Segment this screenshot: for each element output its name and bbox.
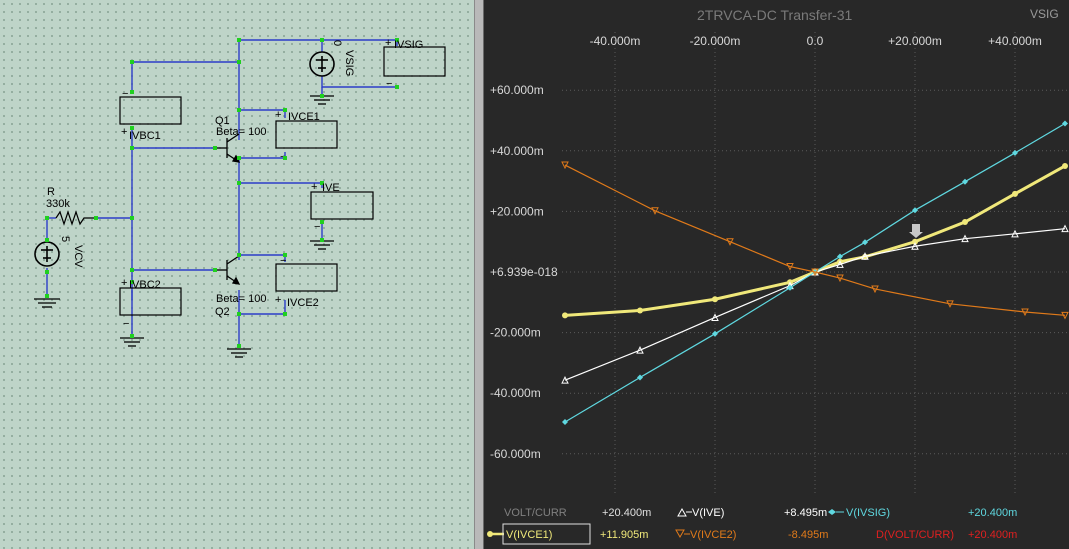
plot-series <box>561 120 1069 425</box>
plot-corner-label: VSIG <box>1030 7 1059 21</box>
legend-ivce1-marker-icon <box>487 531 504 537</box>
vcv-source[interactable] <box>34 241 60 267</box>
series-point <box>837 253 843 260</box>
y-tick-label: -60.000m <box>490 447 541 461</box>
y-tick-label: -20.000m <box>490 326 541 340</box>
meter-ivce1-label: IVCE1 <box>288 111 320 123</box>
series-point <box>637 374 643 381</box>
meter-ivbc2-label: IVBC2 <box>129 279 161 291</box>
series-point <box>912 207 918 214</box>
meter-ivsig-label: IVSIG <box>394 39 423 51</box>
legend-volt-curr-value: +20.400m <box>602 507 651 519</box>
q2-name-label: Q2 <box>215 306 230 318</box>
legend-volt-curr-name: VOLT/CURR <box>504 507 567 519</box>
series-point <box>862 239 868 246</box>
resistor-r[interactable] <box>55 210 96 226</box>
legend-ivce2-name: V(IVCE2) <box>690 529 736 541</box>
series-point <box>1062 162 1068 169</box>
vsig-source[interactable] <box>309 51 335 77</box>
series-point <box>712 296 718 303</box>
legend-ivce1-name[interactable]: V(IVCE1) <box>506 529 552 541</box>
meter-ivce2[interactable] <box>275 263 338 292</box>
svg-text:+: + <box>275 294 281 306</box>
meter-ivsig[interactable] <box>383 46 446 77</box>
series-point <box>962 219 968 226</box>
legend-ive-marker-icon <box>677 507 692 517</box>
x-tick-labels: -40.000m -20.000m 0.0 +20.000m +40.000m <box>590 34 1042 48</box>
cursor-marker-icon[interactable] <box>909 224 923 238</box>
series-point <box>712 330 718 337</box>
series-point <box>1062 120 1068 127</box>
svg-text:+: + <box>121 126 127 138</box>
legend-dvolt-value: +20.400m <box>968 529 1017 541</box>
legend-ivce1-value: +11.905m <box>600 529 648 541</box>
plot-legend: VOLT/CURR +20.400m V(IVE) +8.495m V(IVSI… <box>487 507 1017 545</box>
svg-text:+: + <box>275 109 281 121</box>
ground-symbols <box>34 95 334 358</box>
transfer-plot[interactable]: 2TRVCA-DC Transfer-31 VSIG -40.000m -20.0… <box>484 0 1069 549</box>
x-tick-label: +40.000m <box>988 34 1042 48</box>
vcv-name-label: VCV <box>72 245 84 268</box>
meter-ive[interactable] <box>310 191 374 220</box>
y-tick-label: +6.939e-018 <box>490 265 558 279</box>
schematic-canvas[interactable]: +++ +++ −−− −−− R 330k V <box>0 0 474 549</box>
svg-text:+: + <box>385 37 391 49</box>
legend-ivsig-value: +20.400m <box>968 507 1017 519</box>
series-point <box>1012 190 1018 197</box>
meter-ivbc1-label: IVBC1 <box>129 130 161 142</box>
schematic-drawing[interactable]: +++ +++ −−− −−− R 330k V <box>0 0 474 549</box>
series-point <box>562 312 568 319</box>
svg-text:−: − <box>123 318 129 330</box>
x-tick-label: 0.0 <box>807 34 824 48</box>
y-tick-label: +20.000m <box>490 204 544 218</box>
y-tick-label: +60.000m <box>490 83 544 97</box>
y-tick-label: +40.000m <box>490 144 544 158</box>
x-tick-label: +20.000m <box>888 34 942 48</box>
plot-title: 2TRVCA-DC Transfer-31 <box>697 7 853 23</box>
svg-text:+: + <box>121 277 127 289</box>
vsig-name-label: VSIG <box>343 50 355 76</box>
legend-ivce2-value: -8.495m <box>788 529 828 541</box>
meter-ivbc2[interactable] <box>119 287 182 316</box>
y-tick-labels: +60.000m +40.000m +20.000m +6.939e-018 -20.0… <box>490 83 558 461</box>
vcv-value-label: 5 <box>59 236 71 242</box>
series-point <box>962 178 968 185</box>
plot-grid <box>562 32 1069 495</box>
meter-ive-label: IVE <box>322 182 340 194</box>
q2-beta-label: Beta= 100 <box>216 293 266 305</box>
legend-ivsig-marker-icon <box>828 509 844 515</box>
transistor-q1[interactable] <box>215 133 241 163</box>
r-value-label: 330k <box>46 198 70 210</box>
series-point <box>1012 149 1018 156</box>
legend-dvolt-name: D(VOLT/CURR) <box>876 529 954 541</box>
svg-text:−: − <box>122 88 128 100</box>
series-point <box>787 284 793 291</box>
vsig-value-label: 0 <box>331 40 343 46</box>
series-point <box>562 418 568 425</box>
legend-ivsig-name: V(IVSIG) <box>846 507 890 519</box>
legend-ivce2-marker-icon <box>675 529 690 539</box>
transistor-q2[interactable] <box>215 255 241 285</box>
meter-ivce1[interactable] <box>275 120 338 149</box>
svg-text:−: − <box>314 221 320 233</box>
legend-ive-value: +8.495m <box>784 507 827 519</box>
x-tick-label: -40.000m <box>590 34 641 48</box>
svg-text:+: + <box>311 181 317 193</box>
meter-ivbc1[interactable] <box>119 96 182 125</box>
series-point <box>637 307 643 314</box>
y-tick-label: -40.000m <box>490 386 541 400</box>
panel-splitter[interactable] <box>474 0 484 549</box>
q1-beta-label: Beta= 100 <box>216 126 266 138</box>
legend-ive-name: V(IVE) <box>692 507 724 519</box>
svg-text:−: − <box>386 78 392 90</box>
meter-ivce2-label: IVCE2 <box>287 297 319 309</box>
r-name-label: R <box>47 186 55 198</box>
transfer-plot-svg[interactable]: 2TRVCA-DC Transfer-31 VSIG -40.000m -20.0… <box>484 0 1069 549</box>
x-tick-label: -20.000m <box>690 34 741 48</box>
